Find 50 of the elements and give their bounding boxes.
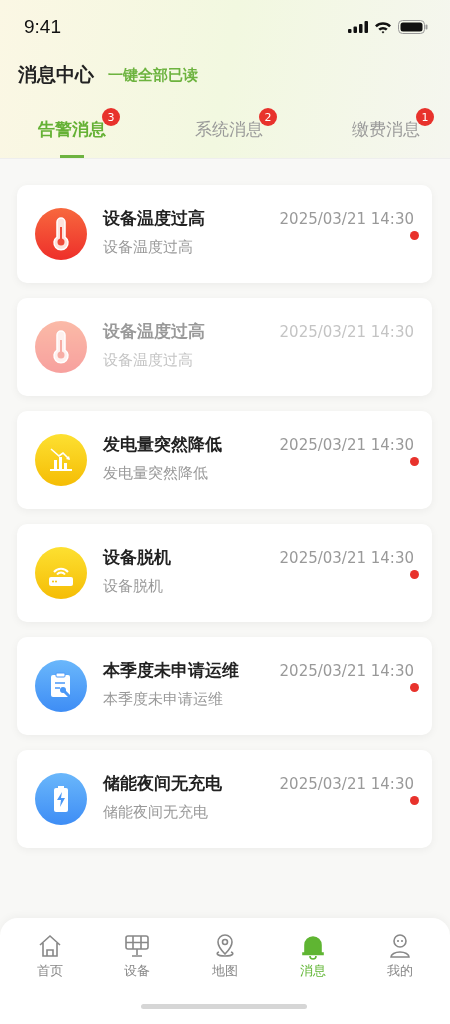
message-title: 发电量突然降低 (103, 433, 222, 456)
thermometer-icon (35, 321, 87, 373)
thermometer-icon (35, 208, 87, 260)
message-card[interactable]: 储能夜间无充电 2025/03/21 14:30 储能夜间无充电 (17, 750, 432, 848)
status-time: 9:41 (24, 16, 61, 38)
message-time: 2025/03/21 14:30 (279, 435, 414, 454)
message-title: 设备温度过高 (103, 207, 205, 230)
message-title: 本季度未申请运维 (103, 659, 239, 682)
message-summary: 设备脱机 (103, 577, 164, 596)
message-title: 设备温度过高 (103, 320, 205, 343)
battery-icon (35, 773, 87, 825)
message-time: 2025/03/21 14:30 (279, 774, 414, 793)
unread-dot (410, 683, 419, 692)
nav-tab[interactable]: 我的 (370, 932, 431, 980)
mark-all-read-link[interactable]: 一键全部已读 (108, 65, 198, 85)
falling-chart-icon (35, 434, 87, 486)
signal-icon (348, 21, 368, 33)
message-card[interactable]: 设备脱机 2025/03/21 14:30 设备脱机 (17, 524, 432, 622)
message-time: 2025/03/21 14:30 (279, 661, 414, 680)
message-time: 2025/03/21 14:30 (279, 209, 414, 228)
message-title: 设备脱机 (103, 546, 171, 569)
unread-dot (410, 796, 419, 805)
clipboard-wrench-icon (35, 660, 87, 712)
solar-panel-icon (123, 932, 152, 960)
message-summary: 设备温度过高 (103, 351, 194, 370)
unread-dot (410, 231, 419, 240)
count-badge: 3 (102, 108, 120, 126)
message-summary: 发电量突然降低 (103, 464, 209, 483)
battery-status-icon (398, 20, 428, 34)
unread-dot (410, 570, 419, 579)
nav-tab[interactable]: 首页 (19, 932, 80, 980)
nav-tab[interactable]: 设备 (107, 932, 168, 980)
message-summary: 设备温度过高 (103, 238, 194, 257)
message-card[interactable]: 设备温度过高 2025/03/21 14:30 设备温度过高 (17, 185, 432, 283)
message-card[interactable]: 设备温度过高 2025/03/21 14:30 设备温度过高 (17, 298, 432, 396)
wifi-icon (374, 20, 392, 34)
message-summary: 本季度未申请运维 (103, 690, 224, 709)
nav-tab[interactable]: 地图 (195, 932, 255, 980)
message-card[interactable]: 发电量突然降低 2025/03/21 14:30 发电量突然降低 (17, 411, 432, 509)
message-time: 2025/03/21 14:30 (279, 322, 414, 341)
message-title: 储能夜间无充电 (103, 772, 222, 795)
router-icon (35, 547, 87, 599)
message-card[interactable]: 本季度未申请运维 2025/03/21 14:30 本季度未申请运维 (17, 637, 432, 735)
page-title: 消息中心 (18, 62, 94, 87)
count-badge: 2 (259, 108, 277, 126)
unread-dot (410, 457, 419, 466)
nav-tab[interactable]: 消息 (282, 932, 343, 980)
count-badge: 1 (416, 108, 434, 126)
message-time: 2025/03/21 14:30 (279, 548, 414, 567)
message-summary: 储能夜间无充电 (103, 803, 209, 822)
